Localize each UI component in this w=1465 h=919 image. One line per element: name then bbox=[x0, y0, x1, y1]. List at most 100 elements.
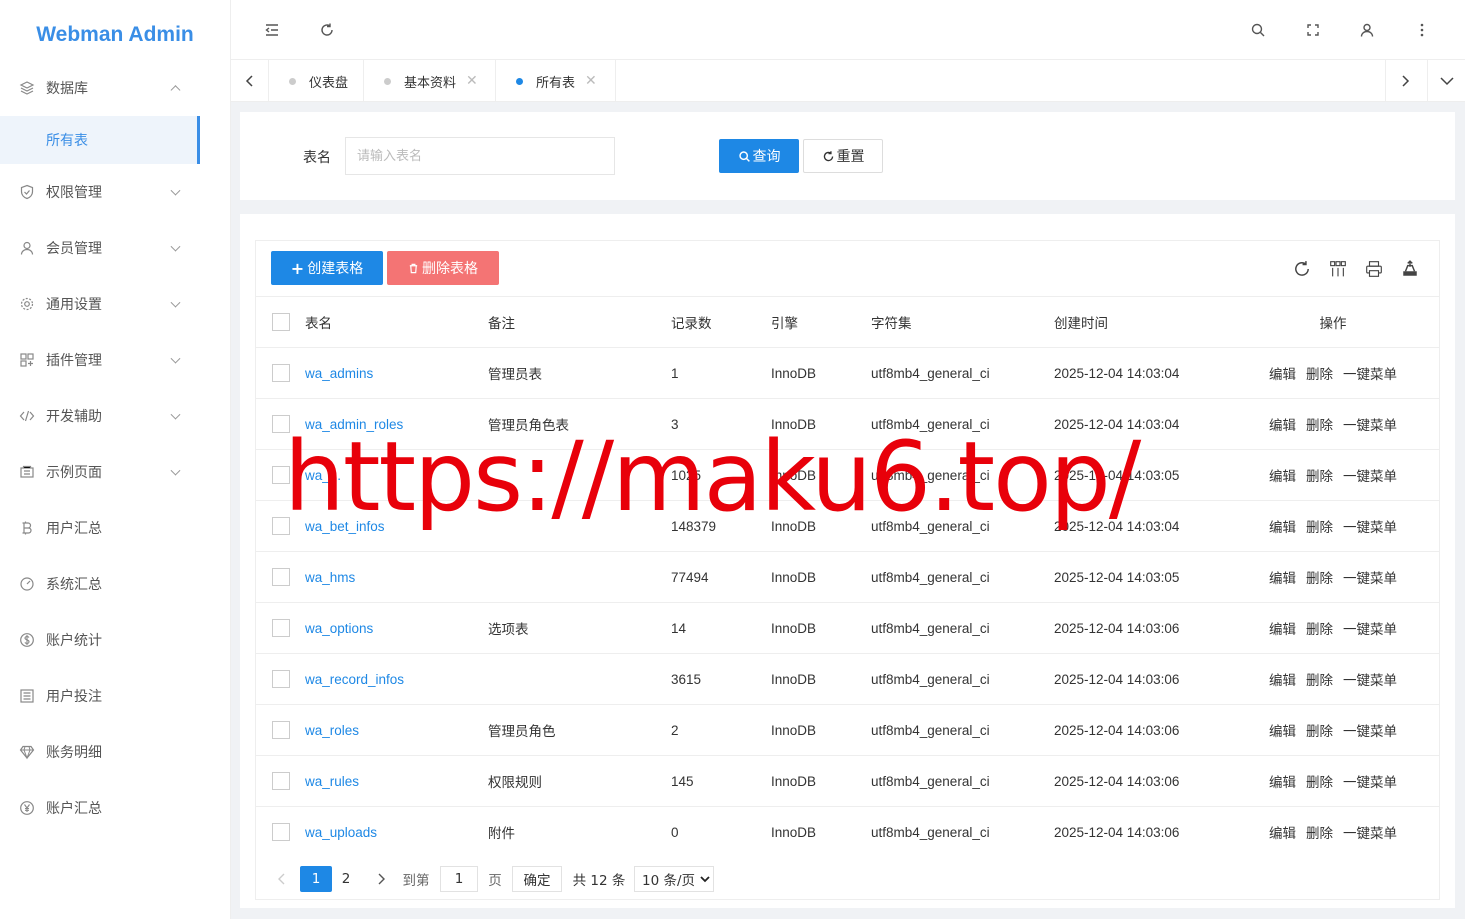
tab-scroll-right-icon[interactable] bbox=[1385, 60, 1423, 102]
row-checkbox[interactable] bbox=[272, 823, 290, 842]
record-count-cell: 1 bbox=[671, 347, 771, 399]
delete-button[interactable]: 删除 bbox=[1306, 622, 1333, 637]
sidebar-item-yen[interactable]: 账户汇总 bbox=[0, 780, 230, 836]
table-name-link[interactable]: wa_uploads bbox=[305, 825, 377, 840]
reset-button[interactable]: 重置 bbox=[803, 139, 883, 173]
query-button[interactable]: 查询 bbox=[719, 139, 799, 173]
one-click-menu-button[interactable]: 一键菜单 bbox=[1343, 469, 1397, 484]
goto-confirm-button[interactable]: 确定 bbox=[512, 866, 562, 892]
one-click-menu-button[interactable]: 一键菜单 bbox=[1343, 673, 1397, 688]
print-icon[interactable] bbox=[1364, 259, 1384, 279]
sidebar-item-layers[interactable]: 数据库 bbox=[0, 60, 230, 116]
edit-button[interactable]: 编辑 bbox=[1269, 775, 1296, 790]
edit-button[interactable]: 编辑 bbox=[1269, 673, 1296, 688]
delete-button[interactable]: 删除 bbox=[1306, 418, 1333, 433]
record-count-cell: 0 bbox=[671, 806, 771, 858]
sidebar-item-page[interactable]: 示例页面 bbox=[0, 444, 230, 500]
table-name-link[interactable]: wa_rules bbox=[305, 774, 359, 789]
sidebar-item-label: 用户汇总 bbox=[46, 521, 102, 537]
edit-button[interactable]: 编辑 bbox=[1269, 367, 1296, 382]
row-checkbox[interactable] bbox=[272, 364, 290, 382]
page-size-select[interactable]: 10 条/页 bbox=[634, 866, 714, 892]
table-row: wa_options 选项表 14 InnoDB utf8mb4_general_ci 2… bbox=[256, 602, 1439, 654]
columns-icon[interactable] bbox=[1328, 259, 1348, 279]
delete-button[interactable]: 删除 bbox=[1306, 775, 1333, 790]
created-time-cell: 2025-12-04 14:03:06 bbox=[1054, 755, 1237, 807]
page-2[interactable]: 2 bbox=[336, 866, 356, 892]
tab-scroll-left-icon[interactable] bbox=[231, 60, 269, 102]
sidebar-item-code[interactable]: 开发辅助 bbox=[0, 388, 230, 444]
table-name-link[interactable]: wa_record_infos bbox=[305, 672, 404, 687]
fullscreen-icon[interactable] bbox=[1303, 20, 1323, 40]
row-checkbox[interactable] bbox=[272, 721, 290, 739]
goto-page-input[interactable]: 1 bbox=[440, 866, 478, 892]
tab-dropdown-icon[interactable] bbox=[1427, 60, 1465, 102]
table-name-link[interactable]: wa_roles bbox=[305, 723, 359, 738]
edit-button[interactable]: 编辑 bbox=[1269, 622, 1296, 637]
edit-button[interactable]: 编辑 bbox=[1269, 724, 1296, 739]
one-click-menu-button[interactable]: 一键菜单 bbox=[1343, 622, 1397, 637]
tab-dashboard[interactable]: 仪表盘 bbox=[269, 60, 364, 102]
sidebar-item-bitcoin[interactable]: 用户汇总 bbox=[0, 500, 230, 556]
create-table-button[interactable]: + 创建表格 bbox=[271, 251, 383, 285]
delete-table-button[interactable]: 删除表格 bbox=[387, 251, 499, 285]
row-checkbox[interactable] bbox=[272, 670, 290, 688]
sidebar-item-diamond[interactable]: 账务明细 bbox=[0, 724, 230, 780]
created-time-cell: 2025-12-04 14:03:06 bbox=[1054, 806, 1237, 858]
close-icon[interactable]: ✕ bbox=[466, 73, 478, 89]
sidebar-item-gear[interactable]: 通用设置 bbox=[0, 276, 230, 332]
prev-page-icon[interactable] bbox=[272, 866, 292, 892]
delete-button[interactable]: 删除 bbox=[1306, 673, 1333, 688]
more-vertical-icon[interactable] bbox=[1412, 20, 1432, 40]
next-page-icon[interactable] bbox=[371, 866, 391, 892]
tab-profile[interactable]: 基本资料 ✕ bbox=[364, 60, 496, 102]
one-click-menu-button[interactable]: 一键菜单 bbox=[1343, 367, 1397, 382]
chevron-down-icon bbox=[700, 876, 710, 883]
sidebar-item-dashboard[interactable]: 系统汇总 bbox=[0, 556, 230, 612]
page-1[interactable]: 1 bbox=[300, 866, 332, 892]
table-refresh-icon[interactable] bbox=[1292, 259, 1312, 279]
sidebar-item-label: 所有表 bbox=[46, 133, 88, 149]
row-checkbox[interactable] bbox=[272, 772, 290, 790]
engine-cell: InnoDB bbox=[771, 704, 871, 756]
sidebar-item-shield[interactable]: 权限管理 bbox=[0, 164, 230, 220]
edit-button[interactable]: 编辑 bbox=[1269, 469, 1296, 484]
one-click-menu-button[interactable]: 一键菜单 bbox=[1343, 571, 1397, 586]
table-name-link[interactable]: wa_admins bbox=[305, 366, 373, 381]
select-all-checkbox[interactable] bbox=[272, 313, 290, 331]
close-icon[interactable]: ✕ bbox=[585, 73, 597, 89]
edit-button[interactable]: 编辑 bbox=[1269, 571, 1296, 586]
export-icon[interactable] bbox=[1400, 259, 1420, 279]
delete-button[interactable]: 删除 bbox=[1306, 367, 1333, 382]
table-name-input[interactable] bbox=[345, 137, 615, 175]
col-header: 字符集 bbox=[871, 296, 1054, 348]
sidebar-item-label: 会员管理 bbox=[46, 241, 102, 257]
delete-button[interactable]: 删除 bbox=[1306, 469, 1333, 484]
one-click-menu-button[interactable]: 一键菜单 bbox=[1343, 826, 1397, 841]
refresh-icon[interactable] bbox=[317, 20, 337, 40]
search-icon[interactable] bbox=[1248, 20, 1268, 40]
edit-button[interactable]: 编辑 bbox=[1269, 520, 1296, 535]
delete-button[interactable]: 删除 bbox=[1306, 520, 1333, 535]
delete-button[interactable]: 删除 bbox=[1306, 571, 1333, 586]
edit-button[interactable]: 编辑 bbox=[1269, 826, 1296, 841]
table-name-link[interactable]: wa_options bbox=[305, 621, 373, 636]
user-icon[interactable] bbox=[1357, 20, 1377, 40]
sidebar-item-apps[interactable]: 插件管理 bbox=[0, 332, 230, 388]
menu-fold-icon[interactable] bbox=[262, 20, 282, 40]
one-click-menu-button[interactable]: 一键菜单 bbox=[1343, 520, 1397, 535]
one-click-menu-button[interactable]: 一键菜单 bbox=[1343, 775, 1397, 790]
delete-button[interactable]: 删除 bbox=[1306, 724, 1333, 739]
sidebar-item-all-tables[interactable]: 所有表 bbox=[0, 116, 200, 164]
one-click-menu-button[interactable]: 一键菜单 bbox=[1343, 724, 1397, 739]
tab-all-tables[interactable]: 所有表 ✕ bbox=[496, 60, 616, 102]
delete-button[interactable]: 删除 bbox=[1306, 826, 1333, 841]
row-checkbox[interactable] bbox=[272, 619, 290, 637]
sidebar-item-user[interactable]: 会员管理 bbox=[0, 220, 230, 276]
sidebar-item-dollar[interactable]: 账户统计 bbox=[0, 612, 230, 668]
edit-button[interactable]: 编辑 bbox=[1269, 418, 1296, 433]
one-click-menu-button[interactable]: 一键菜单 bbox=[1343, 418, 1397, 433]
table-name-link[interactable]: wa_hms bbox=[305, 570, 355, 585]
sidebar-item-list[interactable]: 用户投注 bbox=[0, 668, 230, 724]
row-checkbox[interactable] bbox=[272, 568, 290, 586]
